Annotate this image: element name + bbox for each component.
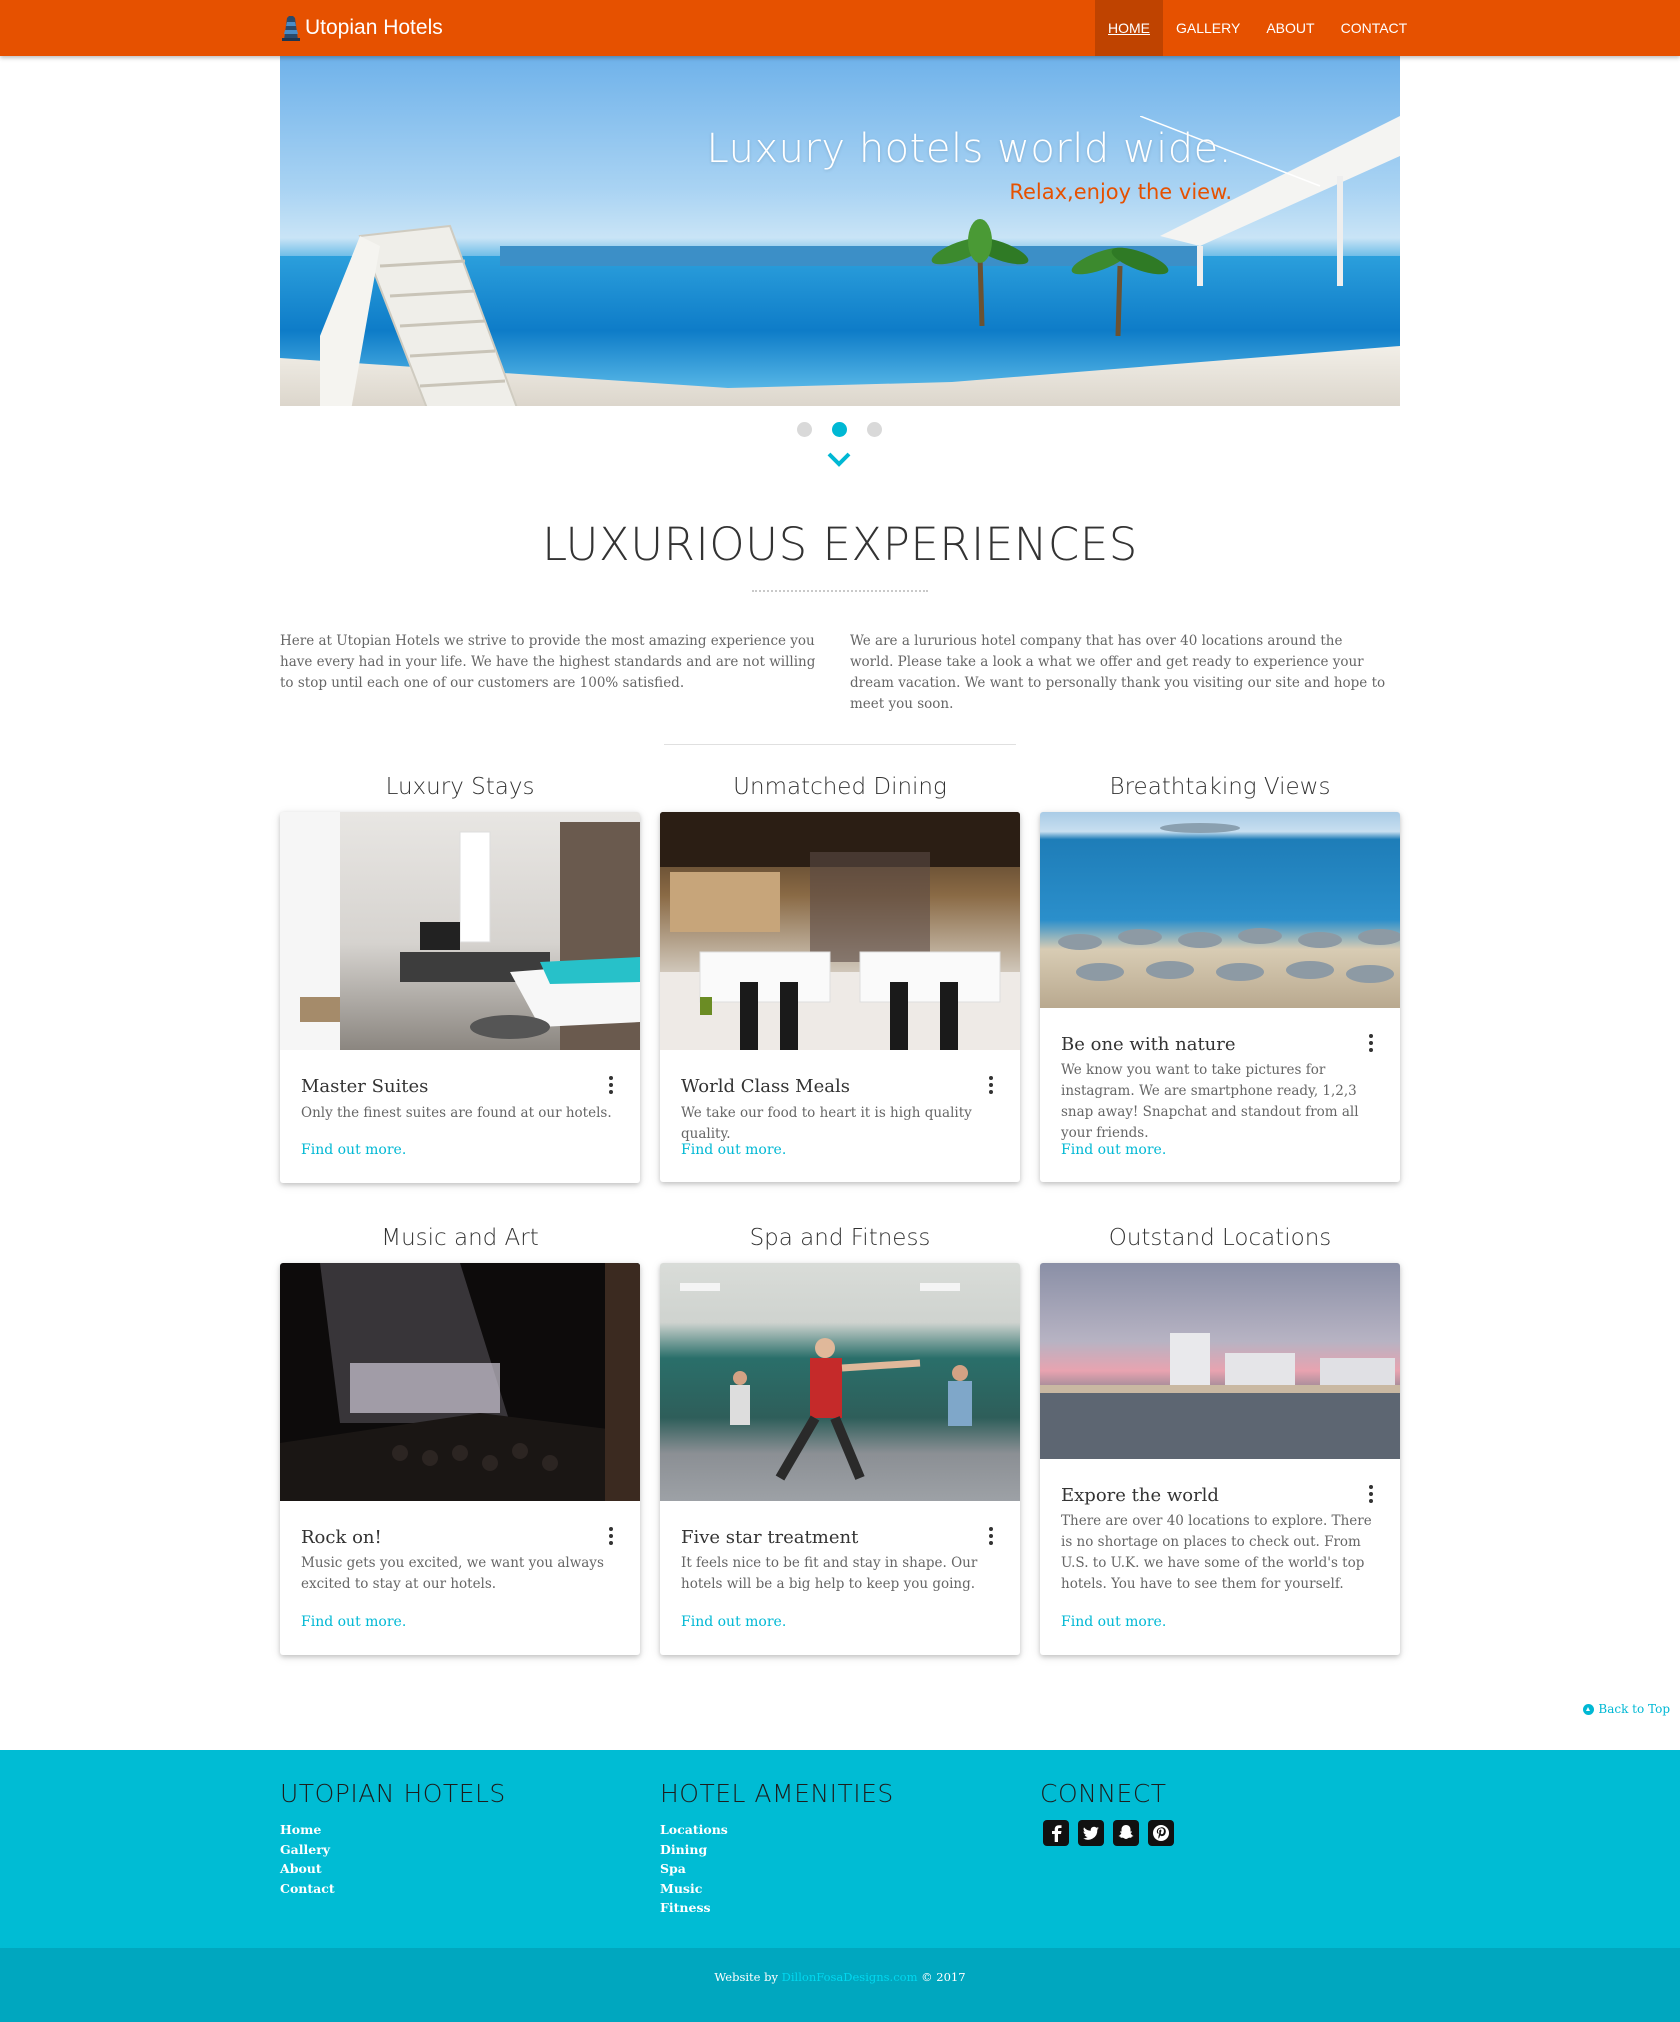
card-title-outstand-locations: Outstand Locations xyxy=(1108,1225,1332,1251)
footer-link-gallery[interactable]: Gallery xyxy=(280,1840,506,1860)
back-to-top-link[interactable]: Back to Top xyxy=(1583,1702,1670,1716)
carousel-dot-2[interactable] xyxy=(832,422,847,437)
card-luxury-stays: Master Suites Only the finest suites are… xyxy=(280,812,640,1183)
brand-logo-link[interactable]: Utopian Hotels xyxy=(280,12,443,44)
footer-link-home[interactable]: Home xyxy=(280,1820,506,1840)
brand-name: Utopian Hotels xyxy=(305,16,443,39)
footer-link-locations[interactable]: Locations xyxy=(660,1820,894,1840)
more-vert-icon[interactable] xyxy=(608,1527,614,1545)
facebook-icon[interactable] xyxy=(1043,1820,1069,1846)
card-heading: Expore the world xyxy=(1061,1485,1219,1506)
snapchat-icon[interactable] xyxy=(1113,1820,1139,1846)
footer-link-spa[interactable]: Spa xyxy=(660,1859,894,1879)
carousel-dot-3[interactable] xyxy=(867,422,882,437)
section-divider xyxy=(664,744,1016,745)
designer-site-link[interactable]: DillonFosaDesigns.com xyxy=(782,1970,918,1984)
hero-carousel-slide[interactable]: Luxury hotels world wide. Relax,enjoy th… xyxy=(280,56,1400,406)
more-vert-icon[interactable] xyxy=(608,1076,614,1094)
footer-heading: HOTEL AMENITIES xyxy=(660,1779,894,1808)
chevron-down-icon[interactable] xyxy=(826,451,852,467)
intro-paragraph-right: We are a lururious hotel company that ha… xyxy=(850,633,1386,712)
copyright-suffix: © 2017 xyxy=(917,1970,966,1984)
card-title-music-and-art: Music and Art xyxy=(381,1225,539,1251)
card-heading: World Class Meals xyxy=(681,1076,850,1097)
footer-link-contact[interactable]: Contact xyxy=(280,1879,506,1899)
card-heading: Master Suites xyxy=(301,1076,429,1097)
top-navbar: Utopian Hotels HOME GALLERY ABOUT CONTAC… xyxy=(0,0,1680,56)
more-vert-icon[interactable] xyxy=(1368,1034,1374,1052)
card-title-luxury-stays: Luxury Stays xyxy=(385,774,535,800)
footer-heading: UTOPIAN HOTELS xyxy=(280,1779,506,1808)
footer-link-music[interactable]: Music xyxy=(660,1879,894,1899)
card-image-suite xyxy=(280,812,640,1050)
card-title-unmatched-dining: Unmatched Dining xyxy=(733,774,947,800)
find-out-more-link[interactable]: Find out more. xyxy=(681,1142,786,1158)
find-out-more-link[interactable]: Find out more. xyxy=(1061,1614,1166,1630)
main-nav: HOME GALLERY ABOUT CONTACT xyxy=(1095,0,1680,56)
title-divider xyxy=(752,590,928,592)
hero-title: Luxury hotels world wide. xyxy=(706,126,1232,172)
card-unmatched-dining: World Class Meals We take our food to he… xyxy=(660,812,1020,1182)
card-image-restaurant xyxy=(660,812,1020,1050)
carousel-indicators xyxy=(797,422,882,437)
pinterest-icon[interactable] xyxy=(1148,1820,1174,1846)
twitter-icon[interactable] xyxy=(1078,1820,1104,1846)
more-vert-icon[interactable] xyxy=(1368,1485,1374,1503)
carousel-dot-1[interactable] xyxy=(797,422,812,437)
card-image-fitness xyxy=(660,1263,1020,1501)
nav-link-gallery[interactable]: GALLERY xyxy=(1163,0,1253,56)
arrow-circle-up-icon xyxy=(1583,1703,1595,1715)
card-title-spa-and-fitness: Spa and Fitness xyxy=(749,1225,931,1251)
find-out-more-link[interactable]: Find out more. xyxy=(301,1142,406,1158)
copyright-text: Website by DillonFosaDesigns.com © 2017 xyxy=(0,1970,1680,1984)
card-heading: Rock on! xyxy=(301,1527,382,1548)
footer-heading: CONNECT xyxy=(1040,1779,1167,1808)
social-links xyxy=(1043,1820,1174,1846)
footer-column-connect: CONNECT xyxy=(1040,1779,1174,1846)
intro-paragraph-left: Here at Utopian Hotels we strive to prov… xyxy=(280,633,816,691)
card-title-breathtaking-views: Breathtaking Views xyxy=(1109,774,1331,800)
card-description: We know you want to take pictures for in… xyxy=(1061,1062,1359,1141)
find-out-more-link[interactable]: Find out more. xyxy=(1061,1142,1166,1158)
footer-column-utopian-hotels: UTOPIAN HOTELS Home Gallery About Contac… xyxy=(280,1779,506,1898)
card-description: Only the finest suites are found at our … xyxy=(301,1105,612,1121)
more-vert-icon[interactable] xyxy=(988,1076,994,1094)
card-heading: Be one with nature xyxy=(1061,1034,1236,1055)
find-out-more-link[interactable]: Find out more. xyxy=(301,1614,406,1630)
nav-link-about[interactable]: ABOUT xyxy=(1253,0,1327,56)
footer-link-about[interactable]: About xyxy=(280,1859,506,1879)
card-outstand-locations: Expore the world There are over 40 locat… xyxy=(1040,1263,1400,1655)
card-description: We take our food to heart it is high qua… xyxy=(681,1105,972,1142)
card-image-concert xyxy=(280,1263,640,1501)
palm-tree-image xyxy=(931,219,1029,326)
footer-link-dining[interactable]: Dining xyxy=(660,1840,894,1860)
card-music-and-art: Rock on! Music gets you excited, we want… xyxy=(280,1263,640,1655)
footer-copyright-bar xyxy=(0,1948,1680,2022)
lounge-chair-image xyxy=(320,224,518,406)
section-title: LUXURIOUS EXPERIENCES xyxy=(542,518,1138,571)
card-spa-and-fitness: Five star treatment It feels nice to be … xyxy=(660,1263,1020,1655)
nav-link-home[interactable]: HOME xyxy=(1095,0,1163,56)
hero-subtitle: Relax,enjoy the view. xyxy=(1009,180,1232,204)
card-image-beach xyxy=(1040,812,1400,1008)
card-description: Music gets you excited, we want you alwa… xyxy=(301,1555,604,1592)
nav-link-contact[interactable]: CONTACT xyxy=(1328,0,1421,56)
card-image-coast xyxy=(1040,1263,1400,1459)
card-description: There are over 40 locations to explore. … xyxy=(1061,1513,1372,1592)
footer-column-hotel-amenities: HOTEL AMENITIES Locations Dining Spa Mus… xyxy=(660,1779,894,1918)
card-description: It feels nice to be fit and stay in shap… xyxy=(681,1555,978,1592)
card-heading: Five star treatment xyxy=(681,1527,859,1548)
back-to-top-label: Back to Top xyxy=(1598,1702,1670,1716)
more-vert-icon[interactable] xyxy=(988,1527,994,1545)
find-out-more-link[interactable]: Find out more. xyxy=(681,1614,786,1630)
copyright-prefix: Website by xyxy=(714,1970,782,1984)
footer-link-fitness[interactable]: Fitness xyxy=(660,1898,894,1918)
hotel-logo-icon xyxy=(280,14,302,42)
card-breathtaking-views: Be one with nature We know you want to t… xyxy=(1040,812,1400,1182)
